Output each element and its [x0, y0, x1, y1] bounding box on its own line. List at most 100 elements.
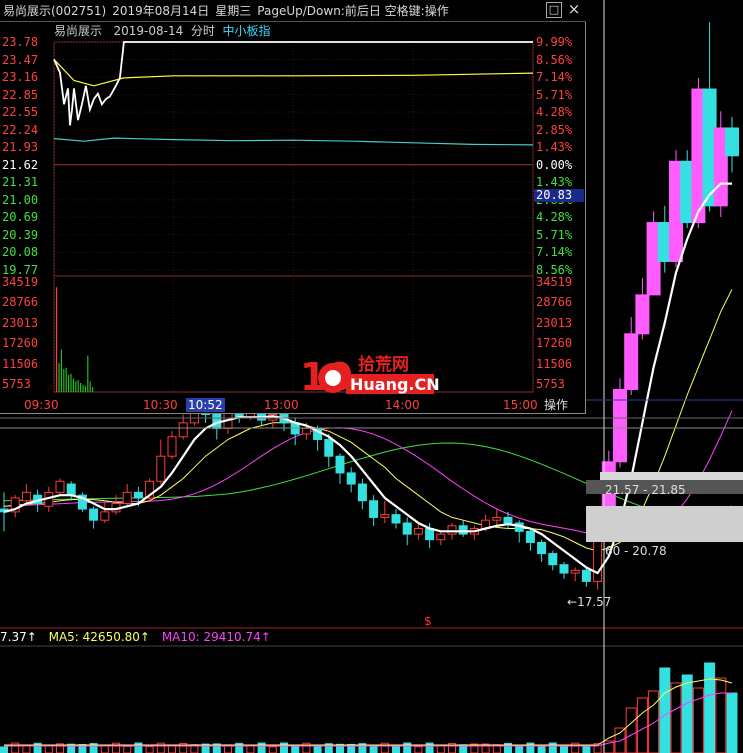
legend-ma10: MA10: 29410.74↑: [161, 630, 271, 644]
candle-body: [570, 569, 580, 574]
candle-body: [503, 516, 513, 524]
candle-body: [156, 455, 166, 482]
volume-bar: [168, 745, 176, 753]
volume-bar: [89, 381, 91, 392]
candle-body: [66, 483, 76, 496]
price-axis-label: 20.39: [2, 227, 39, 242]
price-axis-label: 20.69: [2, 210, 39, 225]
volume-axis-label: 34519: [536, 275, 573, 289]
candle-body: [380, 514, 390, 518]
candle-body: [725, 127, 739, 157]
price-axis-label: 21.31: [2, 175, 39, 190]
range-band: [586, 506, 743, 542]
event-marker[interactable]: $: [424, 615, 432, 627]
legend-ma5: MA5: 42650.80↑: [48, 630, 150, 644]
price-axis-label: 21.93: [2, 140, 39, 155]
volume-axis-label: 5753: [2, 377, 31, 391]
volume-bar: [636, 697, 648, 753]
range-band: [600, 472, 743, 480]
candle-body: [100, 511, 110, 521]
volume-bar: [392, 745, 400, 753]
volume-bar: [715, 677, 727, 753]
candle-body: [635, 294, 650, 335]
volume-bar: [670, 682, 682, 753]
time-label-1400: 14:00: [385, 398, 420, 412]
candle-body: [346, 472, 356, 485]
pct-axis-label: 1.43%: [536, 175, 573, 190]
price-axis-label: 21.00: [2, 192, 39, 207]
candle-body: [447, 525, 457, 535]
volume-bar: [70, 373, 72, 392]
range-tag-1: 21.57 - 21.85: [605, 483, 686, 497]
pct-axis-label: 8.56%: [536, 52, 573, 67]
operate-button[interactable]: 操作: [544, 398, 568, 412]
price-axis-label: 23.78: [2, 35, 39, 49]
pct-axis-label: 1.43%: [536, 140, 573, 155]
range-tag-2: 60 - 20.78: [605, 544, 667, 558]
price-axis-label: 23.16: [2, 70, 39, 85]
volume-bar: [82, 384, 84, 392]
candle-body: [402, 522, 412, 535]
volume-axis-label: 34519: [2, 275, 39, 289]
current-price-tag: 20.83: [534, 189, 584, 202]
volume-bar: [648, 690, 660, 753]
candle-body: [492, 516, 502, 521]
candle-body: [581, 569, 591, 582]
volume-bar: [291, 745, 300, 753]
candle-body: [357, 483, 367, 502]
volume-bar: [560, 745, 568, 753]
pct-axis-label: 7.14%: [536, 245, 573, 260]
watermark-logo: 10 拾荒网 Huang.CN: [300, 354, 440, 398]
price-axis-label: 22.55: [2, 105, 39, 120]
volume-bar: [65, 367, 67, 392]
daily-volume-chart: [0, 662, 738, 753]
volume-bar: [123, 745, 132, 753]
candle-body: [525, 530, 535, 543]
volume-bar: [22, 745, 31, 753]
candle-body: [593, 535, 603, 582]
volume-bar: [0, 746, 8, 753]
pct-axis-label: 5.71%: [536, 87, 573, 102]
volume-bar: [515, 745, 524, 753]
volume-bar: [80, 382, 82, 392]
candle-body: [548, 553, 558, 566]
pct-axis-label: 4.28%: [536, 210, 573, 225]
price-axis-label: 23.47: [2, 52, 39, 67]
volume-bar: [268, 746, 277, 753]
pct-axis-label: 5.71%: [536, 227, 573, 242]
volume-legend: 7.37↑ MA5: 42650.80↑ MA10: 29410.74↑: [0, 630, 279, 644]
volume-axis-label: 17260: [536, 336, 573, 351]
volume-bar: [87, 355, 89, 392]
volume-axis-label: 5753: [536, 377, 565, 391]
volume-bar: [60, 349, 62, 392]
legend-vol: 7.37↑: [0, 630, 37, 644]
volume-bar: [72, 378, 74, 392]
candle-body: [369, 500, 379, 518]
volume-bar: [704, 662, 716, 753]
candle-body: [167, 436, 177, 457]
volume-axis-label: 23013: [2, 315, 39, 330]
time-label-1500: 15:00: [503, 398, 538, 412]
price-axis-label: 21.62: [2, 157, 39, 172]
watermark-en: Huang.CN: [350, 375, 440, 394]
volume-bar: [246, 745, 255, 753]
candle-body: [624, 333, 639, 390]
volume-bar: [414, 746, 423, 753]
candle-body: [324, 439, 334, 457]
candle-body: [559, 564, 569, 574]
volume-bar: [100, 744, 109, 753]
candle-body: [133, 491, 143, 499]
volume-bar: [84, 385, 86, 392]
volume-bar: [58, 363, 60, 392]
candle-body: [413, 528, 423, 535]
intraday-popup-window: 易尚展示(002751) 2019年08月14日 星期三 PageUp/Down:前后…: [0, 0, 586, 414]
candle-body: [537, 541, 547, 555]
volume-axis-label: 11506: [2, 356, 39, 371]
price-axis-label: 22.85: [2, 87, 39, 102]
volume-bar: [681, 674, 693, 753]
volume-bar: [56, 287, 58, 392]
candle-body: [436, 533, 446, 541]
volume-bar: [75, 381, 77, 392]
pct-axis-label: 4.28%: [536, 105, 573, 120]
candle-body: [21, 491, 31, 502]
